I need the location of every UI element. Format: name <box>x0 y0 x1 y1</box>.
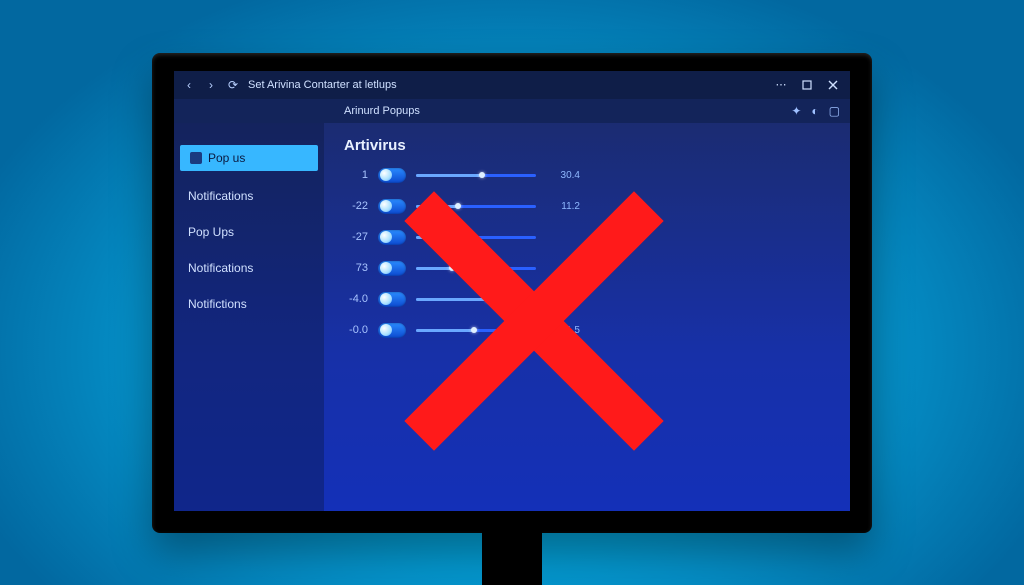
slider-knob[interactable] <box>471 327 477 333</box>
sidebar-item-label: Notifications <box>188 261 253 275</box>
row-value: 71.5 <box>546 325 580 336</box>
sidebar-item-label: Notifictions <box>188 297 247 311</box>
row-slider[interactable] <box>416 205 536 208</box>
row-label: -22 <box>344 200 368 212</box>
row-toggle[interactable] <box>378 261 406 276</box>
row-label: -4.0 <box>344 293 368 305</box>
sidebar-item-label: Pop us <box>208 151 245 165</box>
slider-fill <box>416 329 474 332</box>
setting-row: 73 <box>344 261 830 276</box>
window-body: Pop us Notifications Pop Ups Notificatio… <box>174 123 850 511</box>
sidebar-item-notifications-2[interactable]: Notifications <box>174 253 324 283</box>
back-button[interactable]: ‹ <box>178 74 200 96</box>
sidebar-item-popups[interactable]: Pop Ups <box>174 217 324 247</box>
slider-fill <box>416 174 482 177</box>
setting-row: 130.4 <box>344 168 830 183</box>
setting-row: -22 11.2 <box>344 199 830 214</box>
monitor-frame: ‹ › ⟳ Set Arivina Contarter at letlups ⋯… <box>152 53 872 533</box>
close-icon <box>828 80 838 90</box>
row-slider[interactable] <box>416 329 536 332</box>
app-window: ‹ › ⟳ Set Arivina Contarter at letlups ⋯… <box>174 71 850 511</box>
row-slider[interactable] <box>416 174 536 177</box>
more-button[interactable]: ⋯ <box>768 74 794 96</box>
row-toggle[interactable] <box>378 292 406 307</box>
content-panel: Artivirus 130.4-2211.2-2773-4.02.6-0.071… <box>324 123 850 511</box>
sidebar-item-label: Pop Ups <box>188 225 234 239</box>
row-label: -27 <box>344 231 368 243</box>
slider-fill <box>416 205 458 208</box>
slider-knob[interactable] <box>485 296 491 302</box>
header-action-icons: ✦ ◐ ▢ <box>791 104 840 118</box>
slider-fill <box>416 267 452 270</box>
sub-header: Arinurd Popups ✦ ◐ ▢ <box>174 99 850 123</box>
row-toggle[interactable] <box>378 323 406 338</box>
extension-icon[interactable]: ▢ <box>829 104 840 118</box>
row-slider[interactable] <box>416 267 536 270</box>
window-titlebar: ‹ › ⟳ Set Arivina Contarter at letlups ⋯ <box>174 71 850 99</box>
setting-row: -27 <box>344 230 830 245</box>
forward-button[interactable]: › <box>200 74 222 96</box>
setting-row: -4.0 2.6 <box>344 292 830 307</box>
star-icon[interactable]: ✦ <box>791 104 801 118</box>
slider-knob[interactable] <box>455 203 461 209</box>
monitor-stand <box>482 513 542 585</box>
row-toggle[interactable] <box>378 230 406 245</box>
row-slider[interactable] <box>416 236 536 239</box>
slider-fill <box>416 298 488 301</box>
row-value: 30.4 <box>546 170 580 181</box>
sidebar: Pop us Notifications Pop Ups Notificatio… <box>174 123 324 511</box>
sidebar-item-notifications-1[interactable]: Notifications <box>174 181 324 211</box>
sidebar-item-label: Notifications <box>188 189 253 203</box>
row-slider[interactable] <box>416 298 536 301</box>
setting-row: -0.0 71.5 <box>344 323 830 338</box>
row-label: 73 <box>344 262 368 274</box>
row-label: -0.0 <box>344 324 368 336</box>
row-value: 2.6 <box>546 294 580 305</box>
subheader-label: Arinurd Popups <box>344 105 420 117</box>
close-button[interactable] <box>820 74 846 96</box>
popup-icon <box>190 152 202 164</box>
settings-icon[interactable]: ◐ <box>811 104 818 118</box>
refresh-button[interactable]: ⟳ <box>222 74 244 96</box>
row-toggle[interactable] <box>378 199 406 214</box>
maximize-button[interactable] <box>794 74 820 96</box>
section-title: Artivirus <box>344 137 830 154</box>
slider-knob[interactable] <box>463 234 469 240</box>
slider-knob[interactable] <box>479 172 485 178</box>
row-value: 11.2 <box>546 201 580 212</box>
sidebar-item-notifictions[interactable]: Notifictions <box>174 289 324 319</box>
window-title: Set Arivina Contarter at letlups <box>248 79 397 91</box>
row-label: 1 <box>344 169 368 181</box>
settings-rows: 130.4-2211.2-2773-4.02.6-0.071.5 <box>344 168 830 338</box>
maximize-icon <box>802 80 812 90</box>
row-toggle[interactable] <box>378 168 406 183</box>
sidebar-item-popus[interactable]: Pop us <box>180 145 318 171</box>
slider-knob[interactable] <box>449 265 455 271</box>
slider-fill <box>416 236 466 239</box>
